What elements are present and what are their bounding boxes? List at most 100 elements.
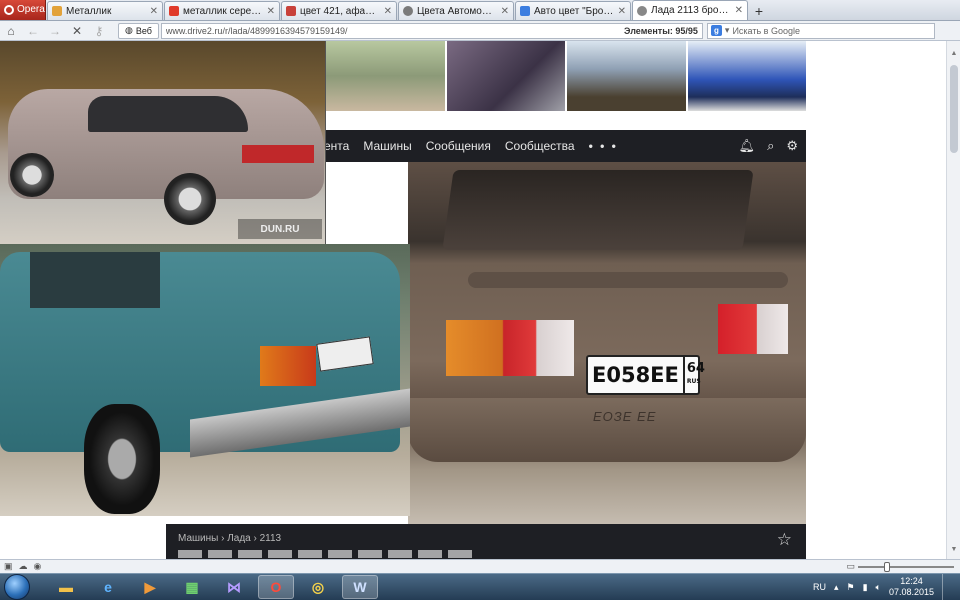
home-icon[interactable]: ⌂ xyxy=(0,22,22,40)
forward-icon[interactable]: → xyxy=(44,22,66,40)
opera-menu-button[interactable]: Opera xyxy=(0,0,46,20)
key-icon[interactable]: ⚷ xyxy=(88,22,110,40)
loading-favicon-icon xyxy=(637,5,647,16)
package-icon[interactable]: ▦ xyxy=(174,575,210,599)
browser-status-bar: ▣ ☁ ◉ ▭ xyxy=(0,559,960,573)
visual-studio-icon[interactable]: ⋈ xyxy=(216,575,252,599)
page-title-cut-off xyxy=(178,550,478,558)
zoom-slider-knob[interactable] xyxy=(884,561,890,572)
title-panel: Машины › Лада › 2113 ☆ xyxy=(166,524,806,559)
close-tab-icon[interactable]: ✕ xyxy=(735,5,743,16)
flag-icon[interactable]: ⚑ xyxy=(847,582,855,593)
thumbnail-photo[interactable] xyxy=(687,41,806,111)
nav-item-soobshcheniya[interactable]: Сообщения xyxy=(426,139,491,153)
nav-item-lenta[interactable]: ента xyxy=(324,139,349,153)
elements-counter: Элементы: 95/95 xyxy=(624,25,698,36)
new-tab-button[interactable]: + xyxy=(750,1,768,20)
breadcrumb[interactable]: Машины › Лада › 2113 xyxy=(178,533,281,544)
tab-tsveta-avtomobiley[interactable]: Цвета Автомобилей. ✕ xyxy=(398,1,514,20)
thumbnail-photo[interactable] xyxy=(446,41,565,111)
chevron-down-icon[interactable]: ▾ xyxy=(725,25,730,36)
search-icon[interactable]: ⌕ xyxy=(767,138,774,154)
bell-icon[interactable]: 🔔︎ xyxy=(739,138,756,154)
main-car-photo[interactable]: Е058ЕЕ 64 RUS ЕОЗЕ ЕЕ xyxy=(408,162,806,524)
tab-lada-2113[interactable]: Лада 2113 бронзовый ✕ xyxy=(632,0,748,20)
loading-favicon-icon xyxy=(403,6,413,16)
wheel-icon xyxy=(84,404,160,514)
tab-tsvet-421[interactable]: цвет 421, афалина: 3 т ✕ xyxy=(281,1,397,20)
wheel-icon xyxy=(164,173,216,225)
gear-icon[interactable]: ⚙ xyxy=(786,138,798,154)
yandex-favicon-icon xyxy=(169,6,179,16)
zoom-slider[interactable] xyxy=(858,561,954,572)
teal-car-window xyxy=(30,252,160,308)
thumbnail-photo[interactable] xyxy=(567,41,686,111)
close-tab-icon[interactable]: ✕ xyxy=(267,6,275,17)
panel-toggle-icon[interactable]: ▣ xyxy=(4,561,13,572)
address-bar: ⌂ ← → ✕ ⚷ ◍ Веб www.drive2.ru/r/lada/489… xyxy=(0,21,960,41)
photo-watermark: DUN.RU xyxy=(238,219,322,239)
word-icon[interactable]: W xyxy=(342,575,378,599)
favicon-icon xyxy=(286,6,296,16)
back-icon[interactable]: ← xyxy=(22,22,44,40)
explorer-icon[interactable]: ▬ xyxy=(48,575,84,599)
scroll-down-icon[interactable]: ▼ xyxy=(949,545,959,555)
media-player-icon[interactable]: ▶ xyxy=(132,575,168,599)
rear-badge: ЕОЗЕ ЕЕ xyxy=(593,409,657,424)
tab-metallik[interactable]: Металлик ✕ xyxy=(47,1,163,20)
nav-item-soobshchestva[interactable]: Сообщества xyxy=(505,139,575,153)
close-tab-icon[interactable]: ✕ xyxy=(501,6,509,17)
show-desktop-button[interactable] xyxy=(942,573,952,600)
url-field[interactable]: www.drive2.ru/r/lada/489991639457915914​… xyxy=(160,22,703,39)
windows-taskbar: ▬ e ▶ ▦ ⋈ O ◎ W RU ▴ ⚑ ▮ 🔈︎ 12:24 07.08.… xyxy=(0,573,960,600)
star-icon[interactable]: ☆ xyxy=(777,530,792,550)
overlay-photo-teal-car[interactable] xyxy=(0,244,410,516)
tab-metallik-serebristo[interactable]: металлик серебристо ✕ xyxy=(164,1,280,20)
close-tab-icon[interactable]: ✕ xyxy=(618,6,626,17)
car-rear-window xyxy=(442,170,754,250)
thumbnail-photo[interactable] xyxy=(326,41,445,111)
car-taillight-right xyxy=(718,304,788,354)
wheel-icon xyxy=(10,153,54,197)
windows-start-icon[interactable] xyxy=(4,574,30,600)
license-plate: Е058ЕЕ 64 RUS xyxy=(586,355,705,395)
language-indicator[interactable]: RU xyxy=(813,582,826,592)
volume-icon[interactable]: 🔈︎ xyxy=(876,582,881,593)
opera-logo-icon xyxy=(4,4,14,15)
teal-car-taillight xyxy=(260,346,316,386)
photo-thumbnail-strip xyxy=(326,41,806,111)
system-tray: RU ▴ ⚑ ▮ 🔈︎ 12:24 07.08.2015 xyxy=(813,573,960,600)
vertical-scrollbar[interactable]: ▲ ▼ xyxy=(946,41,960,559)
chrome-icon[interactable]: ◎ xyxy=(300,575,336,599)
overlay-photo-silver-car[interactable]: DUN.RU xyxy=(0,41,326,244)
favicon-icon xyxy=(520,6,530,16)
tab-avto-tsvet-bronzovyy[interactable]: Авто цвет "Бронзовый ✕ xyxy=(515,1,631,20)
stop-icon[interactable]: ✕ xyxy=(66,22,88,40)
car-bumper xyxy=(408,398,806,462)
favicon-icon xyxy=(52,6,62,16)
close-tab-icon[interactable]: ✕ xyxy=(384,6,392,17)
more-menu-button[interactable]: • • • xyxy=(589,139,618,153)
internet-explorer-icon[interactable]: e xyxy=(90,575,126,599)
scroll-up-icon[interactable]: ▲ xyxy=(949,49,959,59)
close-tab-icon[interactable]: ✕ xyxy=(150,6,158,17)
car-spoiler xyxy=(468,272,788,288)
google-search-field[interactable]: g ▾ Искать в Google xyxy=(706,22,935,39)
network-icon[interactable]: ▮ xyxy=(863,582,868,593)
silver-car-window xyxy=(88,96,248,132)
cloud-icon[interactable]: ☁ xyxy=(19,561,28,572)
zoom-control[interactable]: ▭ xyxy=(846,561,954,572)
scrollbar-thumb[interactable] xyxy=(950,65,958,153)
page-content: ента Машины Сообщения Сообщества • • • 🔔… xyxy=(0,41,946,559)
google-icon: g xyxy=(710,25,722,36)
nav-item-mashiny[interactable]: Машины xyxy=(363,139,411,153)
opera-taskbar-icon[interactable]: O xyxy=(258,575,294,599)
turbo-icon[interactable]: ◉ xyxy=(34,561,42,572)
plate-region: 64 RUS xyxy=(682,357,705,393)
site-info-button[interactable]: ◍ Веб xyxy=(118,22,159,39)
zoom-slider-icon: ▭ xyxy=(846,561,855,571)
clock[interactable]: 12:24 07.08.2015 xyxy=(889,576,934,598)
globe-icon: ◍ xyxy=(125,25,133,35)
car-taillight-left xyxy=(446,320,574,376)
tray-expand-icon[interactable]: ▴ xyxy=(834,582,839,593)
